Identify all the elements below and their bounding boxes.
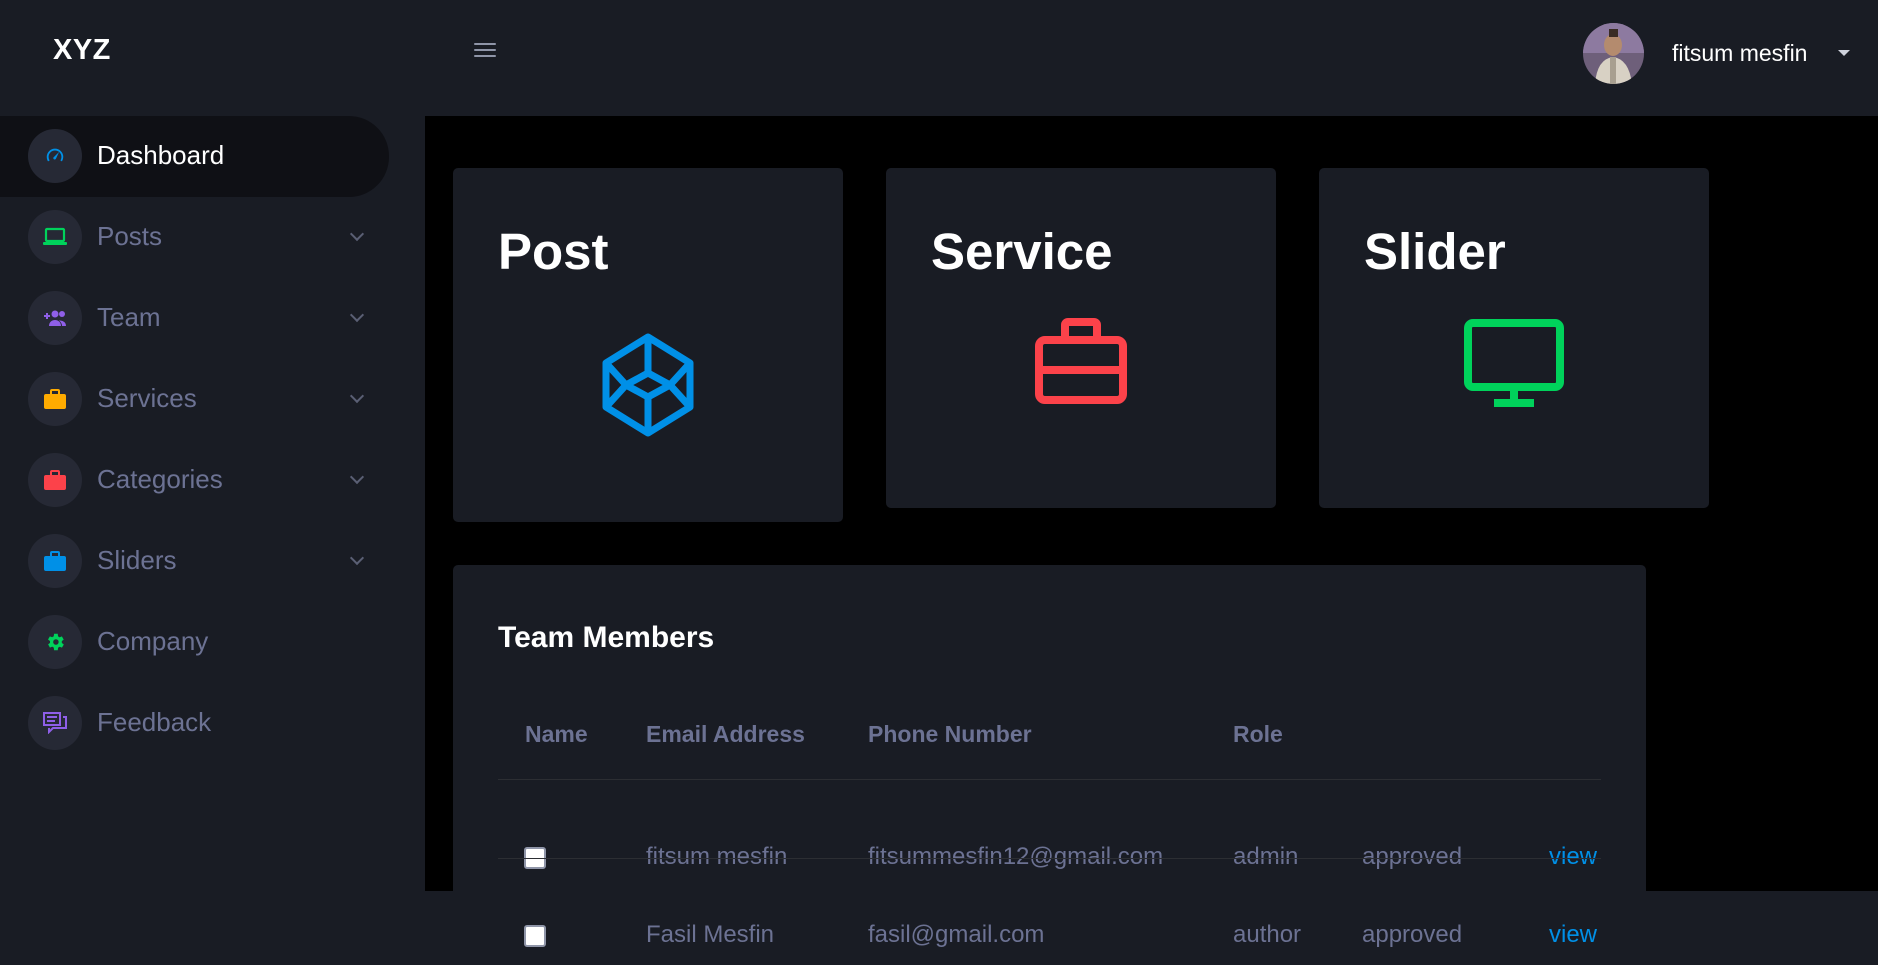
sidebar-item-team[interactable]: Team [0,278,389,359]
column-header-email: Email Address [646,721,805,747]
table-divider [498,779,1601,780]
laptop-icon [28,210,82,264]
chevron-down-icon [349,388,365,404]
sidebar-item-categories[interactable]: Categories [0,440,389,521]
briefcase-icon [28,372,82,426]
sidebar-item-label: Services [97,383,197,413]
monitor-icon [1464,319,1564,407]
table-divider [498,858,1601,859]
cell-name: Fasil Mesfin [646,921,775,948]
sidebar-item-label: Posts [97,221,163,251]
card-title: Post [498,223,609,280]
caret-down-icon[interactable] [1838,50,1850,56]
sidebar-item-posts[interactable]: Posts [0,197,389,278]
sidebar-item-label: Sliders [97,545,177,575]
card-slider[interactable]: Slider [1319,168,1709,508]
chevron-down-icon [349,226,365,242]
row-checkbox[interactable] [524,925,546,947]
top-navbar: XYZ fitsum mesfin [0,0,1878,116]
card-title: Slider [1364,223,1506,280]
codepen-icon [602,333,694,437]
cell-email: fasil@gmail.com [868,921,1045,948]
brand-logo[interactable]: XYZ [53,34,111,67]
sidebar-item-label: Dashboard [97,140,225,170]
sidebar-item-dashboard[interactable]: Dashboard [0,116,389,197]
card-post[interactable]: Post [453,168,843,522]
sidebar-item-sliders[interactable]: Sliders [0,521,389,602]
sidebar-item-label: Company [97,626,209,656]
cell-role: author [1233,921,1302,948]
briefcase-icon [28,453,82,507]
sidebar-item-feedback[interactable]: Feedback [0,683,389,764]
avatar[interactable] [1583,23,1644,84]
team-members-card: Team Members Name Email Address Phone Nu… [453,565,1646,965]
sidebar-item-label: Categories [97,464,223,494]
sidebar-item-label: Feedback [97,707,212,737]
card-title: Service [931,223,1113,280]
chevron-down-icon [349,307,365,323]
column-header-role: Role [1233,721,1283,747]
cell-status: approved [1362,921,1463,948]
column-header-name: Name [525,721,588,747]
chevron-down-icon [349,469,365,485]
chat-icon [28,696,82,750]
speedometer-icon [28,129,82,183]
cell-name: fitsum mesfin [646,843,788,870]
cell-status: approved [1362,843,1463,870]
gear-icon [28,615,82,669]
card-service[interactable]: Service [886,168,1276,508]
sidebar: Dashboard Posts Team Services Categories [0,116,425,891]
menu-toggle-icon[interactable] [474,43,496,59]
briefcase-icon [1035,318,1127,404]
chevron-down-icon [349,550,365,566]
profile-name[interactable]: fitsum mesfin [1672,40,1807,67]
briefcase-icon [28,534,82,588]
cell-role: admin [1233,843,1299,870]
main-content: Post Service Slider Team Members Name Em… [425,116,1878,965]
sidebar-item-company[interactable]: Company [0,602,389,683]
view-link[interactable]: view [1549,843,1597,871]
cell-email: fitsummesfin12@gmail.com [868,843,1164,870]
table-title: Team Members [498,621,715,654]
sidebar-item-label: Team [97,302,161,332]
view-link[interactable]: view [1549,921,1597,949]
column-header-phone: Phone Number [868,721,1032,747]
users-add-icon [28,291,82,345]
sidebar-item-services[interactable]: Services [0,359,389,440]
